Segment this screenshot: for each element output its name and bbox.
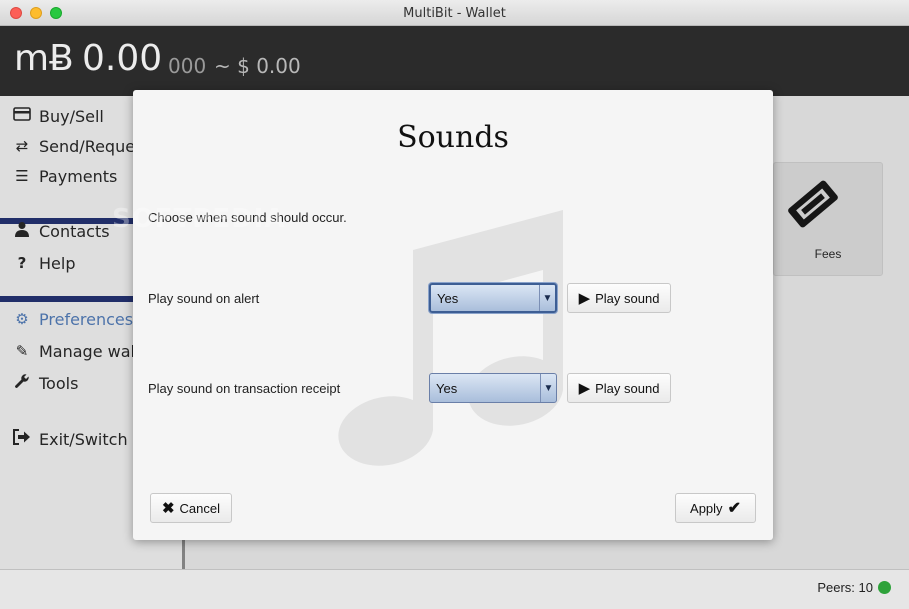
- play-sound-label: Play sound: [595, 290, 660, 306]
- dialog-title: Sounds: [397, 120, 509, 155]
- close-icon: ✖: [161, 500, 175, 517]
- receipt-sound-select[interactable]: Yes ▼: [429, 373, 557, 403]
- title-bar: MultiBit - Wallet: [0, 0, 909, 26]
- sounds-dialog: Sounds Choose when sound should occur. P…: [133, 90, 773, 540]
- checkmark-icon: ✔: [727, 500, 741, 517]
- balance-header: mɃ 0.00 000 ~ $ 0.00: [0, 26, 909, 96]
- cancel-button[interactable]: ✖ Cancel: [150, 493, 232, 523]
- cancel-label: Cancel: [179, 500, 221, 516]
- select-value: Yes: [436, 380, 458, 396]
- watermark: SOFTPEDIA: [112, 204, 286, 234]
- play-sound-label: Play sound: [595, 380, 660, 396]
- alert-sound-select[interactable]: Yes ▼: [429, 283, 557, 313]
- chevron-down-icon: ▼: [539, 285, 555, 311]
- chevron-down-icon: ▼: [540, 374, 556, 402]
- apply-label: Apply: [690, 500, 723, 516]
- play-icon: ▶: [578, 380, 591, 397]
- bitcoin-unit-symbol: mɃ: [14, 38, 74, 79]
- alert-sound-label: Play sound on alert: [148, 291, 260, 306]
- app-window: MultiBit - Wallet mɃ 0.00 000 ~ $ 0.00 B…: [0, 0, 909, 609]
- peer-status-indicator: [878, 581, 891, 594]
- play-icon: ▶: [578, 290, 591, 307]
- play-alert-sound-button[interactable]: ▶ Play sound: [567, 283, 671, 313]
- balance-amount: 0.00: [82, 38, 163, 79]
- balance-amount-small: 000: [168, 54, 207, 78]
- status-bar: Peers: 10: [0, 569, 909, 605]
- receipt-sound-label: Play sound on transaction receipt: [148, 381, 341, 396]
- apply-button[interactable]: Apply ✔: [675, 493, 756, 523]
- peers-count: Peers: 10: [817, 580, 873, 595]
- window-title: MultiBit - Wallet: [403, 6, 506, 21]
- music-note-icon: [338, 210, 563, 466]
- play-receipt-sound-button[interactable]: ▶ Play sound: [567, 373, 671, 403]
- balance-fiat: ~ $ 0.00: [214, 54, 301, 78]
- select-value: Yes: [437, 290, 459, 306]
